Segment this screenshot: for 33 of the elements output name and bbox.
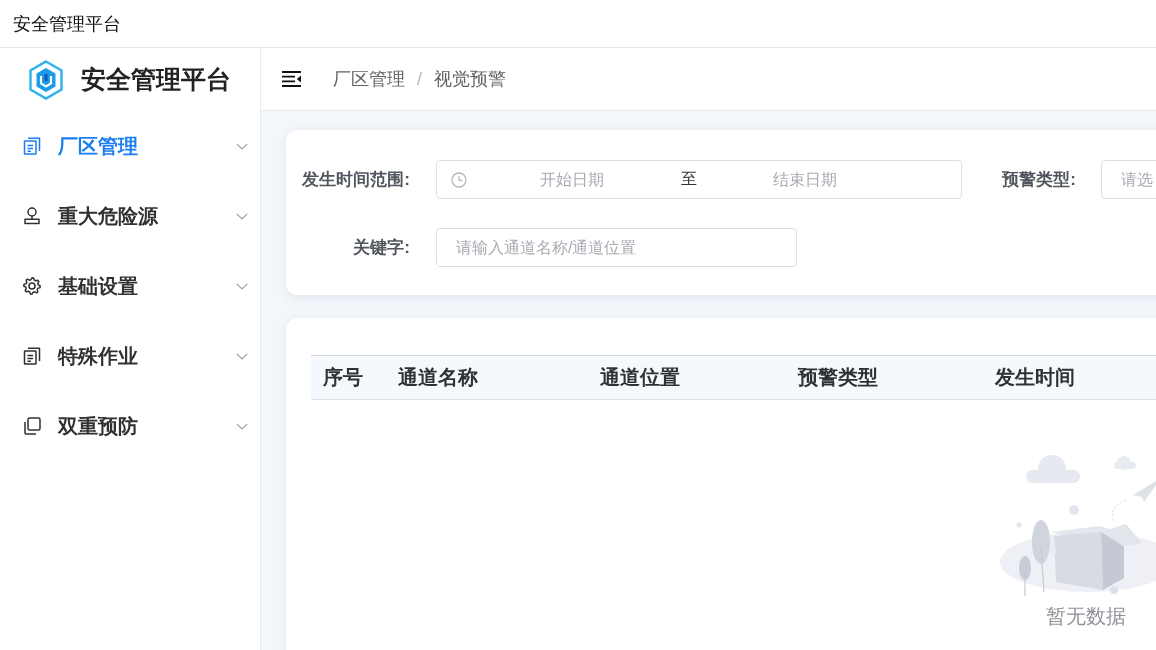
range-separator: 至 [680,169,698,189]
filter-label: 关键字: [352,237,411,259]
menu-fold-icon[interactable] [282,71,301,87]
platform-title: 安全管理平台 [81,64,231,95]
gear-icon [22,276,42,296]
end-date-input[interactable]: 结束日期 [705,164,905,195]
filter-label: 预警类型: [1000,169,1077,191]
stamp-icon [22,206,42,226]
empty-state-text: 暂无数据 [1046,604,1126,629]
breadcrumb-separator: / [417,68,422,90]
date-range-field[interactable]: 开始日期 至 结束日期 [436,160,962,199]
hexagon-logo-icon [28,59,64,100]
sidebar-menu-item[interactable]: 双重预防 [0,391,260,461]
breadcrumb-item: 视觉预警 [434,68,506,91]
column-header: 通道位置 [599,365,681,390]
select-field[interactable]: 请选 [1101,160,1156,199]
window-title: 安全管理平台 [13,12,121,36]
sidebar-menu-item[interactable]: 重大危险源 [0,181,260,251]
column-header: 发生时间 [994,365,1076,390]
column-header: 预警类型 [796,365,879,390]
breadcrumb-item[interactable]: 厂区管理 [333,67,405,91]
copy-icon [22,416,42,436]
keyword-input[interactable]: 请输入通道名称/通道位置 [436,228,797,267]
column-header: 序号 [322,365,364,390]
sidebar-menu-item[interactable]: 基础设置 [0,251,260,321]
document-icon [22,346,42,366]
column-header: 通道名称 [397,365,479,390]
sidebar-menu-item[interactable]: 特殊作业 [0,321,260,391]
sidebar-menu-item[interactable]: 厂区管理 [0,111,260,181]
document-icon [22,136,42,156]
start-date-input[interactable]: 开始日期 [471,164,673,195]
clock-icon [451,171,467,188]
filter-label: 发生时间范围: [301,169,411,191]
